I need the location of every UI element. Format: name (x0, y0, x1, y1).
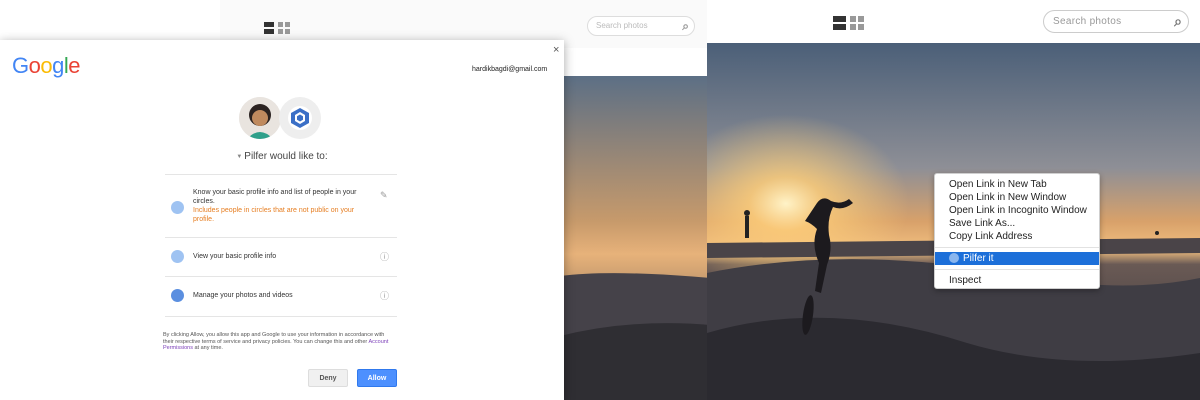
google-plus-icon (171, 289, 184, 302)
menu-item-open-new-tab[interactable]: Open Link in New Tab (935, 178, 1099, 191)
list-view-icon[interactable] (833, 16, 846, 30)
menu-separator (935, 269, 1099, 270)
grid-view-icon[interactable] (850, 16, 864, 30)
permission-text: Know your basic profile info and list of… (193, 189, 357, 205)
consent-heading: ▼ Pilfer would like to: (236, 151, 328, 162)
account-email[interactable]: hardikbagdi@gmail.com (472, 66, 547, 73)
menu-item-copy-link[interactable]: Copy Link Address (935, 230, 1099, 243)
allow-button[interactable]: Allow (357, 369, 397, 387)
pilfer-app-icon (279, 97, 321, 139)
search-icon[interactable]: ⌕ (1174, 13, 1182, 30)
close-icon[interactable]: × (553, 44, 559, 56)
info-icon[interactable]: ⓘ (380, 289, 389, 302)
menu-item-pilfer-it[interactable]: Pilfer it (935, 252, 1099, 265)
list-view-icon[interactable] (264, 22, 274, 34)
divider (165, 174, 397, 175)
divider (165, 237, 397, 238)
pilfer-icon (949, 253, 959, 263)
consent-text: By clicking Allow, you allow this app an… (163, 332, 389, 352)
deny-button[interactable]: Deny (308, 369, 348, 387)
divider (165, 316, 397, 317)
view-toggle (833, 16, 864, 30)
dropdown-arrow-icon[interactable]: ▼ (236, 154, 242, 160)
search-placeholder: Search photos (1053, 16, 1122, 27)
menu-item-open-new-window[interactable]: Open Link in New Window (935, 191, 1099, 204)
person-icon (171, 250, 184, 263)
menu-item-save-link[interactable]: Save Link As... (935, 217, 1099, 230)
context-menu: Open Link in New Tab Open Link in New Wi… (934, 173, 1100, 289)
menu-separator (935, 247, 1099, 248)
grid-view-icon[interactable] (278, 22, 290, 34)
google-logo: Google (12, 53, 81, 78)
view-toggle (264, 22, 290, 34)
pencil-icon[interactable]: ✎ (380, 190, 388, 201)
permission-subtext: Includes people in circles that are not … (193, 207, 355, 223)
permission-item: Manage your photos and videos (193, 292, 293, 299)
permission-item: Know your basic profile info and list of… (193, 188, 371, 224)
person-icon (171, 201, 184, 214)
search-input[interactable]: Search photos ⌕ (1043, 10, 1189, 33)
oauth-dialog: × Google hardikbagdi@gmail.com ▼ Pilfer w… (0, 40, 564, 400)
info-icon[interactable]: ⓘ (380, 250, 389, 263)
menu-item-pilfer-label: Pilfer it (963, 253, 994, 264)
permission-item: View your basic profile info (193, 253, 277, 260)
menu-item-open-incognito[interactable]: Open Link in Incognito Window (935, 204, 1099, 217)
menu-item-inspect[interactable]: Inspect (935, 274, 1099, 287)
search-input[interactable]: Search photos ⌕ (587, 16, 695, 36)
search-icon[interactable]: ⌕ (682, 19, 689, 34)
photo-app-header: Search photos ⌕ (707, 0, 1200, 43)
search-placeholder: Search photos (596, 21, 648, 30)
divider (165, 276, 397, 277)
avatar (239, 97, 281, 139)
